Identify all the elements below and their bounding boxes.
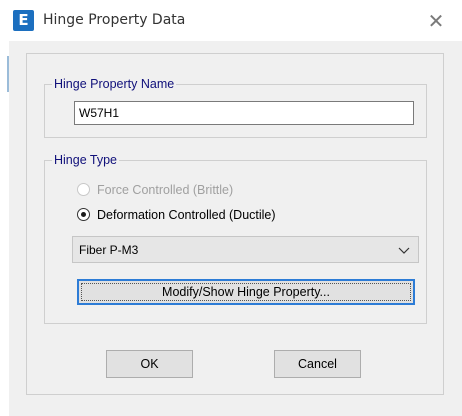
hinge-type-legend: Hinge Type — [52, 153, 120, 167]
ok-button[interactable]: OK — [106, 350, 193, 378]
title-bar[interactable]: E Hinge Property Data ✕ — [9, 0, 462, 41]
focus-rectangle — [81, 283, 411, 301]
background-window-edge — [0, 0, 9, 416]
app-logo-icon: E — [13, 10, 34, 31]
dropdown-selected-value: Fiber P-M3 — [79, 243, 139, 257]
modify-show-hinge-property-button[interactable]: Modify/Show Hinge Property... — [77, 279, 415, 305]
radio-selected-dot-icon — [81, 212, 86, 217]
hinge-property-dialog: E Hinge Property Data ✕ Hinge Property N… — [9, 0, 462, 416]
hinge-property-name-input[interactable]: W57H1 — [74, 101, 414, 125]
window-title: Hinge Property Data — [43, 12, 186, 28]
close-icon: ✕ — [427, 9, 445, 33]
hinge-property-name-legend: Hinge Property Name — [52, 77, 177, 91]
force-controlled-radio[interactable] — [77, 183, 90, 196]
deformation-controlled-radio[interactable] — [77, 208, 90, 221]
ok-button-label: OK — [140, 357, 159, 371]
hinge-property-name-value: W57H1 — [79, 106, 120, 120]
cancel-button-label: Cancel — [298, 357, 337, 371]
cancel-button[interactable]: Cancel — [274, 350, 361, 378]
deformation-controlled-label: Deformation Controlled (Ductile) — [97, 208, 276, 222]
chevron-down-icon — [398, 247, 410, 254]
force-controlled-label: Force Controlled (Brittle) — [97, 183, 234, 197]
hinge-definition-dropdown[interactable]: Fiber P-M3 — [72, 236, 419, 263]
close-button[interactable]: ✕ — [419, 7, 453, 35]
